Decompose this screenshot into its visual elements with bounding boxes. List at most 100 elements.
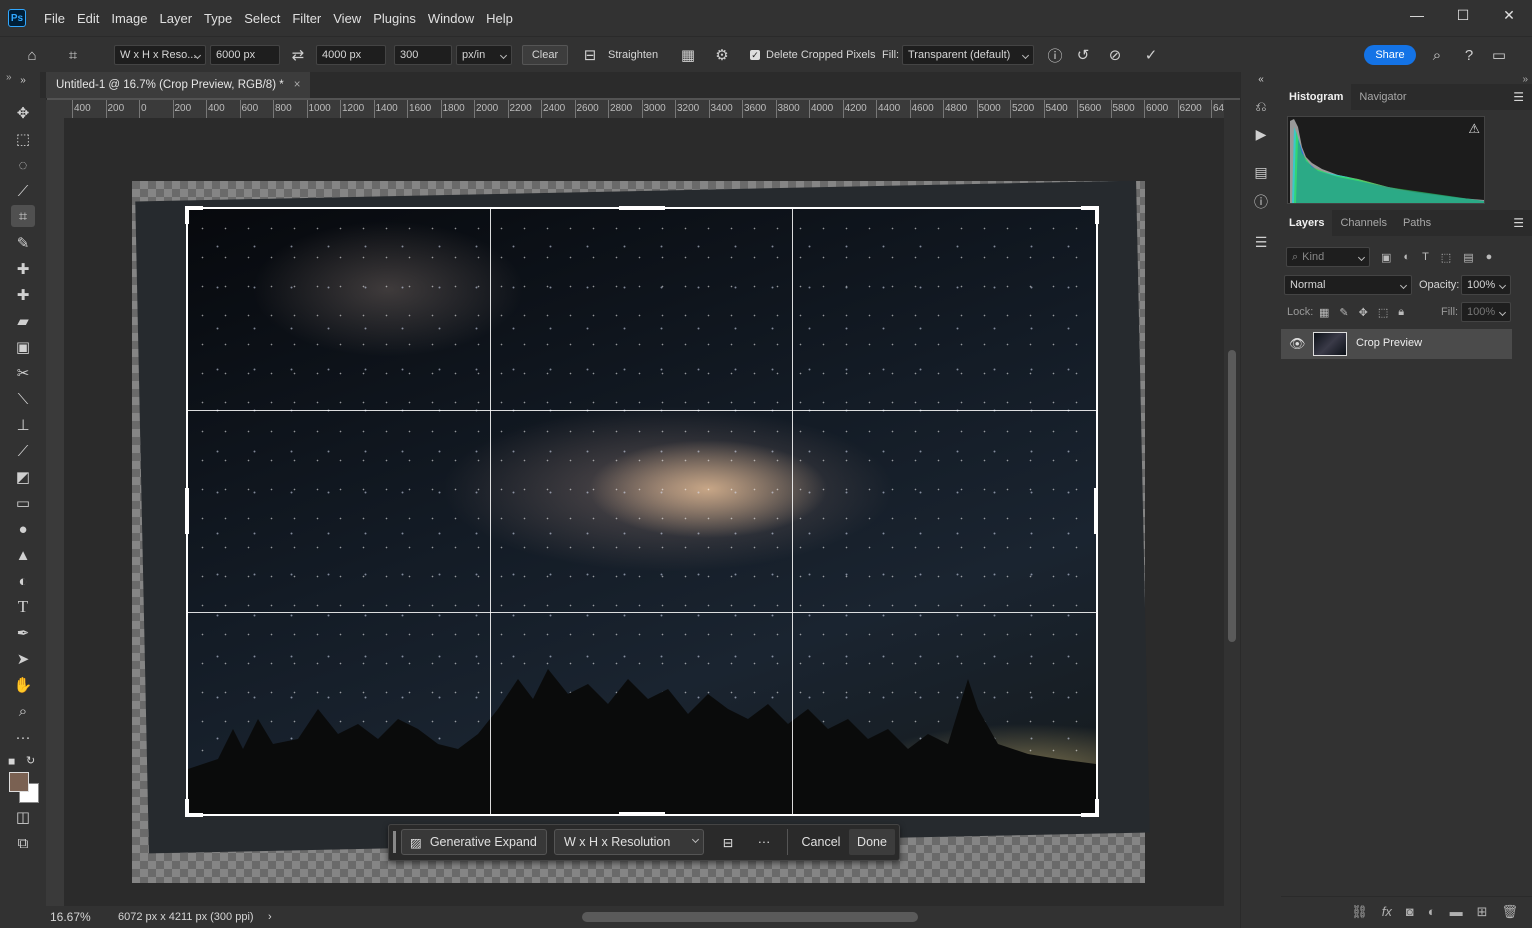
crop-height-input[interactable]: 4000 px bbox=[316, 45, 386, 65]
help-icon[interactable]: ? bbox=[1458, 45, 1480, 65]
vertical-scroll-thumb[interactable] bbox=[1228, 350, 1236, 642]
menu-edit[interactable]: Edit bbox=[71, 11, 105, 26]
layer-filter-kind[interactable]: ⌕ Kind bbox=[1286, 247, 1370, 267]
home-icon[interactable]: ⌂ bbox=[20, 45, 44, 65]
crop-handle-top[interactable] bbox=[619, 206, 665, 210]
generative-expand-button[interactable]: ▨ Generative Expand bbox=[401, 829, 547, 855]
lasso-tool-icon[interactable]: ◌ bbox=[11, 154, 35, 176]
adjustment-layer-icon[interactable]: ◐ bbox=[1428, 904, 1436, 919]
crop-settings-gear-icon[interactable]: ⚙ bbox=[710, 45, 734, 65]
horizontal-scrollbar[interactable] bbox=[286, 910, 1216, 924]
crop-handle-top-right[interactable] bbox=[1081, 206, 1099, 224]
more-tools-icon[interactable]: ··· bbox=[11, 726, 35, 748]
eyedropper-tool-icon[interactable]: ✎ bbox=[11, 232, 35, 254]
maximize-button[interactable]: ☐ bbox=[1440, 0, 1486, 30]
gradient-tool-icon[interactable]: ▭ bbox=[11, 492, 35, 514]
crop-tool-preset-icon[interactable]: ⌗ bbox=[60, 45, 86, 65]
menu-help[interactable]: Help bbox=[480, 11, 519, 26]
status-menu-arrow-icon[interactable]: › bbox=[268, 911, 272, 923]
straighten-icon[interactable]: ⊟ bbox=[578, 45, 602, 65]
delete-layer-trash-icon[interactable]: 🗑︎ bbox=[1501, 904, 1518, 920]
menu-view[interactable]: View bbox=[327, 11, 367, 26]
patch-tool-icon[interactable]: ▰ bbox=[11, 310, 35, 332]
opacity-input[interactable]: 100% bbox=[1461, 275, 1511, 295]
new-group-folder-icon[interactable]: ▬ bbox=[1450, 904, 1463, 919]
layers-panel-menu-icon[interactable]: ☰ bbox=[1513, 216, 1524, 230]
zoom-level[interactable]: 16.67% bbox=[50, 910, 114, 924]
ruler-origin[interactable] bbox=[46, 100, 64, 118]
foreground-color-swatch[interactable] bbox=[9, 772, 29, 792]
info-icon[interactable]: ⓘ bbox=[1044, 45, 1066, 65]
crop-handle-left[interactable] bbox=[185, 488, 189, 534]
lock-all-icon[interactable]: 🔒︎ bbox=[1398, 306, 1404, 319]
menu-type[interactable]: Type bbox=[198, 11, 238, 26]
clone-stamp-tool-icon[interactable]: ⊥ bbox=[11, 414, 35, 436]
filter-type-icon[interactable]: T bbox=[1422, 251, 1429, 263]
layer-visibility-eye-icon[interactable]: 👁︎ bbox=[1289, 336, 1306, 352]
crop-preset-dropdown[interactable]: W x H x Resolution bbox=[554, 829, 704, 855]
adjustments-panel-icon[interactable]: ☰ bbox=[1249, 230, 1273, 254]
resolution-input[interactable]: 300 bbox=[394, 45, 452, 65]
actions-panel-icon[interactable]: ▶ bbox=[1249, 122, 1273, 146]
type-tool-icon[interactable]: T bbox=[11, 596, 35, 618]
layer-style-fx-icon[interactable]: fx bbox=[1382, 904, 1392, 919]
filter-shape-icon[interactable]: ⬚ bbox=[1441, 251, 1451, 264]
filter-pixel-icon[interactable]: ▣ bbox=[1381, 251, 1391, 264]
screen-mode-icon[interactable]: ⧉ bbox=[11, 832, 35, 854]
sharpen-tool-icon[interactable]: ▲ bbox=[11, 544, 35, 566]
crop-width-input[interactable]: 6000 px bbox=[210, 45, 280, 65]
tab-channels[interactable]: Channels bbox=[1332, 210, 1394, 236]
add-mask-icon[interactable]: ◙ bbox=[1406, 904, 1414, 919]
stamp-tool-icon[interactable]: ▣ bbox=[11, 336, 35, 358]
more-options-button[interactable]: ··· bbox=[751, 829, 777, 855]
straighten-label[interactable]: Straighten bbox=[608, 45, 658, 65]
cancel-button[interactable]: Cancel bbox=[793, 829, 849, 855]
crop-preview-image[interactable] bbox=[188, 209, 1096, 814]
crop-handle-right[interactable] bbox=[1094, 488, 1098, 534]
layer-thumbnail[interactable] bbox=[1313, 332, 1347, 356]
search-icon[interactable]: ⌕ bbox=[1426, 45, 1448, 65]
history-panel-icon[interactable]: ⎌ bbox=[1249, 94, 1273, 118]
quick-mask-icon[interactable]: ◫ bbox=[11, 806, 35, 828]
eraser-tool-icon[interactable]: ◩ bbox=[11, 466, 35, 488]
resolution-unit-dropdown[interactable]: px/in bbox=[456, 45, 512, 65]
workspace-icon[interactable]: ▭ bbox=[1488, 45, 1510, 65]
cancel-crop-icon[interactable]: ⊘ bbox=[1104, 45, 1126, 65]
document-tab[interactable]: Untitled-1 @ 16.7% (Crop Preview, RGB/8)… bbox=[46, 72, 310, 98]
path-selection-tool-icon[interactable]: ➤ bbox=[11, 648, 35, 670]
link-layers-icon[interactable]: ⛓ bbox=[1351, 904, 1368, 920]
menu-filter[interactable]: Filter bbox=[286, 11, 327, 26]
move-tool-icon[interactable]: ✥ bbox=[11, 102, 35, 124]
spot-healing-tool-icon[interactable]: ✚ bbox=[11, 258, 35, 280]
expand-toolbar-icon[interactable]: » bbox=[11, 74, 35, 86]
crop-tool-icon[interactable]: ⌗ bbox=[11, 205, 35, 227]
properties-panel-icon[interactable]: ⓘ bbox=[1249, 190, 1273, 214]
histogram-warning-icon[interactable]: ⚠ bbox=[1468, 121, 1480, 137]
delete-cropped-pixels-checkbox[interactable]: ✓ Delete Cropped Pixels bbox=[750, 45, 875, 65]
menu-window[interactable]: Window bbox=[422, 11, 480, 26]
crop-handle-bottom-right[interactable] bbox=[1081, 799, 1099, 817]
reset-icon[interactable]: ↺ bbox=[1072, 45, 1094, 65]
lock-artboard-icon[interactable]: ⬚ bbox=[1378, 306, 1388, 319]
share-button[interactable]: Share bbox=[1364, 45, 1416, 65]
tab-navigator[interactable]: Navigator bbox=[1351, 84, 1414, 110]
blend-mode-dropdown[interactable]: Normal bbox=[1284, 275, 1412, 295]
collapse-panel-icon[interactable]: » bbox=[6, 72, 12, 83]
menu-select[interactable]: Select bbox=[238, 11, 286, 26]
fill-input[interactable]: 100% bbox=[1461, 302, 1511, 322]
close-window-button[interactable]: ✕ bbox=[1486, 0, 1532, 30]
tab-paths[interactable]: Paths bbox=[1395, 210, 1439, 236]
expand-dock-icon[interactable]: « bbox=[1249, 74, 1273, 85]
tab-histogram[interactable]: Histogram bbox=[1281, 84, 1352, 110]
scissors-tool-icon[interactable]: ✂ bbox=[11, 362, 35, 384]
pen-tool-icon[interactable]: ✒ bbox=[11, 622, 35, 644]
fill-dropdown[interactable]: Transparent (default) bbox=[902, 45, 1034, 65]
crop-handle-top-left[interactable] bbox=[185, 206, 203, 224]
commit-crop-icon[interactable]: ✓ bbox=[1140, 45, 1162, 65]
ratio-preset-dropdown[interactable]: W x H x Reso... bbox=[114, 45, 206, 65]
clear-button[interactable]: Clear bbox=[522, 45, 568, 65]
menu-layer[interactable]: Layer bbox=[154, 11, 199, 26]
libraries-panel-icon[interactable]: ▤ bbox=[1249, 160, 1273, 184]
default-colors-icon[interactable]: ◼ bbox=[8, 756, 18, 766]
marquee-tool-icon[interactable]: ⬚ bbox=[11, 128, 35, 150]
